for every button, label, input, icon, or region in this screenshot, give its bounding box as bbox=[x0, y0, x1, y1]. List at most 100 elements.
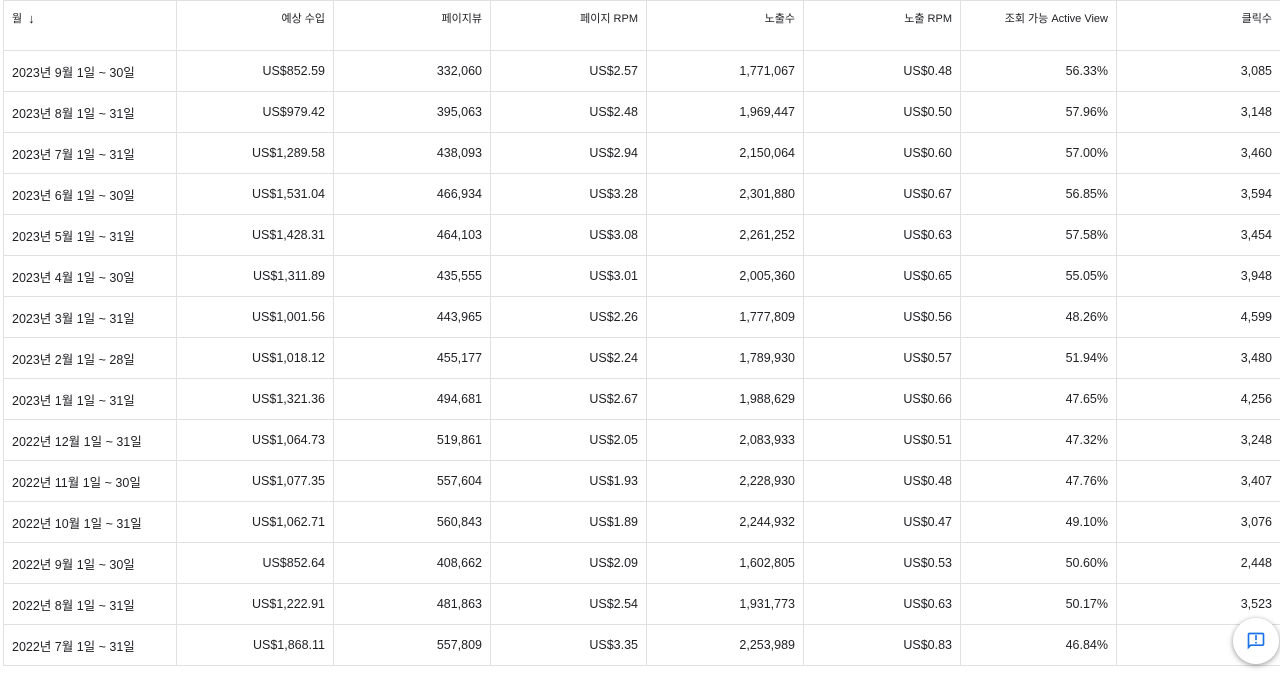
cell-clicks: 4,599 bbox=[1116, 296, 1280, 338]
table-row[interactable]: 2023년 6월 1일 ~ 30일 US$1,531.04 466,934 US$3.… bbox=[3, 173, 1280, 215]
column-header-active-view-viewable[interactable]: 조회 가능 Active View bbox=[960, 0, 1117, 34]
cell-page-views: 395,063 bbox=[333, 91, 491, 133]
cell-page-rpm: US$3.08 bbox=[490, 214, 647, 256]
table-header-row: 월 ↓ 예상 수입 페이지뷰 페이지 RPM 노출수 노출 RPM 조회 가능 A… bbox=[3, 0, 1280, 34]
column-header-month[interactable]: 월 ↓ bbox=[3, 0, 177, 34]
cell-estimated-earnings: US$852.64 bbox=[176, 542, 334, 584]
cell-impression-rpm: US$0.83 bbox=[803, 624, 961, 666]
cell-page-rpm: US$2.24 bbox=[490, 337, 647, 379]
cell-impression-rpm: US$0.63 bbox=[803, 214, 961, 256]
cell-estimated-earnings: US$1,311.89 bbox=[176, 255, 334, 297]
table-row[interactable]: 2023년 9월 1일 ~ 30일 US$852.59 332,060 US$2.57… bbox=[3, 50, 1280, 92]
cell-month: 2023년 4월 1일 ~ 30일 bbox=[3, 255, 177, 297]
table-row[interactable]: 2023년 1월 1일 ~ 31일 US$1,321.36 494,681 US$2.… bbox=[3, 378, 1280, 420]
cell-active-view: 57.96% bbox=[960, 91, 1117, 133]
cell-page-rpm: US$2.94 bbox=[490, 132, 647, 174]
cell-month: 2022년 9월 1일 ~ 30일 bbox=[3, 542, 177, 584]
cell-page-views: 560,843 bbox=[333, 501, 491, 543]
cell-page-views: 435,555 bbox=[333, 255, 491, 297]
table-row[interactable]: 2022년 11월 1일 ~ 30일 US$1,077.35 557,604 US$1… bbox=[3, 460, 1280, 502]
cell-page-views: 438,093 bbox=[333, 132, 491, 174]
column-header-page-rpm[interactable]: 페이지 RPM bbox=[490, 0, 647, 34]
table-row[interactable]: 2022년 7월 1일 ~ 31일 US$1,868.11 557,809 US$3.… bbox=[3, 624, 1280, 666]
cell-page-rpm: US$2.67 bbox=[490, 378, 647, 420]
cell-impressions: 2,005,360 bbox=[646, 255, 804, 297]
cell-month: 2023년 7월 1일 ~ 31일 bbox=[3, 132, 177, 174]
cell-clicks: 3,148 bbox=[1116, 91, 1280, 133]
cell-month: 2023년 6월 1일 ~ 30일 bbox=[3, 173, 177, 215]
report-table-container: 월 ↓ 예상 수입 페이지뷰 페이지 RPM 노출수 노출 RPM 조회 가능 A… bbox=[0, 0, 1280, 678]
cell-impressions: 2,228,930 bbox=[646, 460, 804, 502]
table-row[interactable]: 2023년 3월 1일 ~ 31일 US$1,001.56 443,965 US$2.… bbox=[3, 296, 1280, 338]
cell-active-view: 57.00% bbox=[960, 132, 1117, 174]
table-row[interactable]: 2023년 8월 1일 ~ 31일 US$979.42 395,063 US$2.48… bbox=[3, 91, 1280, 133]
cell-impressions: 2,150,064 bbox=[646, 132, 804, 174]
cell-page-rpm: US$1.89 bbox=[490, 501, 647, 543]
cell-page-rpm: US$3.28 bbox=[490, 173, 647, 215]
table-row[interactable]: 2022년 9월 1일 ~ 30일 US$852.64 408,662 US$2.09… bbox=[3, 542, 1280, 584]
cell-clicks: 3,454 bbox=[1116, 214, 1280, 256]
cell-impression-rpm: US$0.65 bbox=[803, 255, 961, 297]
cell-page-rpm: US$3.35 bbox=[490, 624, 647, 666]
cell-month: 2022년 7월 1일 ~ 31일 bbox=[3, 624, 177, 666]
cell-impression-rpm: US$0.51 bbox=[803, 419, 961, 461]
cell-page-rpm: US$2.26 bbox=[490, 296, 647, 338]
cell-impressions: 2,083,933 bbox=[646, 419, 804, 461]
cell-page-views: 481,863 bbox=[333, 583, 491, 625]
cell-clicks: 2,448 bbox=[1116, 542, 1280, 584]
cell-impressions: 1,771,067 bbox=[646, 50, 804, 92]
cell-estimated-earnings: US$1,289.58 bbox=[176, 132, 334, 174]
cell-clicks: 3,460 bbox=[1116, 132, 1280, 174]
cell-impressions: 2,253,989 bbox=[646, 624, 804, 666]
cell-month: 2022년 10월 1일 ~ 31일 bbox=[3, 501, 177, 543]
cell-month: 2023년 2월 1일 ~ 28일 bbox=[3, 337, 177, 379]
cell-page-views: 443,965 bbox=[333, 296, 491, 338]
column-header-impression-rpm[interactable]: 노출 RPM bbox=[803, 0, 961, 34]
cell-impressions: 2,244,932 bbox=[646, 501, 804, 543]
cell-active-view: 47.32% bbox=[960, 419, 1117, 461]
cell-impression-rpm: US$0.66 bbox=[803, 378, 961, 420]
table-row[interactable]: 2022년 10월 1일 ~ 31일 US$1,062.71 560,843 US$1… bbox=[3, 501, 1280, 543]
table-row[interactable]: 2023년 5월 1일 ~ 31일 US$1,428.31 464,103 US$3.… bbox=[3, 214, 1280, 256]
column-header-estimated-earnings[interactable]: 예상 수입 bbox=[176, 0, 334, 34]
column-header-clicks[interactable]: 클릭수 bbox=[1116, 0, 1280, 34]
cell-estimated-earnings: US$1,064.73 bbox=[176, 419, 334, 461]
table-row[interactable]: 2023년 4월 1일 ~ 30일 US$1,311.89 435,555 US$3.… bbox=[3, 255, 1280, 297]
cell-estimated-earnings: US$1,062.71 bbox=[176, 501, 334, 543]
cell-month: 2023년 1월 1일 ~ 31일 bbox=[3, 378, 177, 420]
cell-estimated-earnings: US$1,428.31 bbox=[176, 214, 334, 256]
cell-page-rpm: US$1.93 bbox=[490, 460, 647, 502]
cell-estimated-earnings: US$1,222.91 bbox=[176, 583, 334, 625]
cell-active-view: 57.58% bbox=[960, 214, 1117, 256]
feedback-button[interactable] bbox=[1233, 618, 1279, 664]
table-row[interactable]: 2022년 12월 1일 ~ 31일 US$1,064.73 519,861 US$2… bbox=[3, 419, 1280, 461]
cell-month: 2023년 5월 1일 ~ 31일 bbox=[3, 214, 177, 256]
cell-impressions: 1,777,809 bbox=[646, 296, 804, 338]
cell-active-view: 50.17% bbox=[960, 583, 1117, 625]
cell-active-view: 47.76% bbox=[960, 460, 1117, 502]
report-table: 월 ↓ 예상 수입 페이지뷰 페이지 RPM 노출수 노출 RPM 조회 가능 A… bbox=[3, 0, 1280, 666]
cell-active-view: 55.05% bbox=[960, 255, 1117, 297]
cell-impressions: 1,988,629 bbox=[646, 378, 804, 420]
cell-estimated-earnings: US$852.59 bbox=[176, 50, 334, 92]
cell-impression-rpm: US$0.48 bbox=[803, 460, 961, 502]
table-row[interactable]: 2023년 7월 1일 ~ 31일 US$1,289.58 438,093 US$2.… bbox=[3, 132, 1280, 174]
cell-month: 2023년 8월 1일 ~ 31일 bbox=[3, 91, 177, 133]
cell-page-views: 408,662 bbox=[333, 542, 491, 584]
cell-impression-rpm: US$0.48 bbox=[803, 50, 961, 92]
cell-clicks: 3,480 bbox=[1116, 337, 1280, 379]
table-row[interactable]: 2022년 8월 1일 ~ 31일 US$1,222.91 481,863 US$2.… bbox=[3, 583, 1280, 625]
cell-impression-rpm: US$0.57 bbox=[803, 337, 961, 379]
cell-active-view: 47.65% bbox=[960, 378, 1117, 420]
table-row[interactable]: 2023년 2월 1일 ~ 28일 US$1,018.12 455,177 US$2.… bbox=[3, 337, 1280, 379]
cell-impressions: 1,602,805 bbox=[646, 542, 804, 584]
column-header-impressions[interactable]: 노출수 bbox=[646, 0, 804, 34]
table-row-partial bbox=[3, 34, 1280, 51]
cell-active-view: 48.26% bbox=[960, 296, 1117, 338]
column-header-page-views[interactable]: 페이지뷰 bbox=[333, 0, 491, 34]
cell-active-view: 56.85% bbox=[960, 173, 1117, 215]
arrow-down-icon[interactable]: ↓ bbox=[28, 11, 35, 26]
cell-page-rpm: US$2.05 bbox=[490, 419, 647, 461]
cell-impression-rpm: US$0.63 bbox=[803, 583, 961, 625]
cell-month: 2022년 12월 1일 ~ 31일 bbox=[3, 419, 177, 461]
